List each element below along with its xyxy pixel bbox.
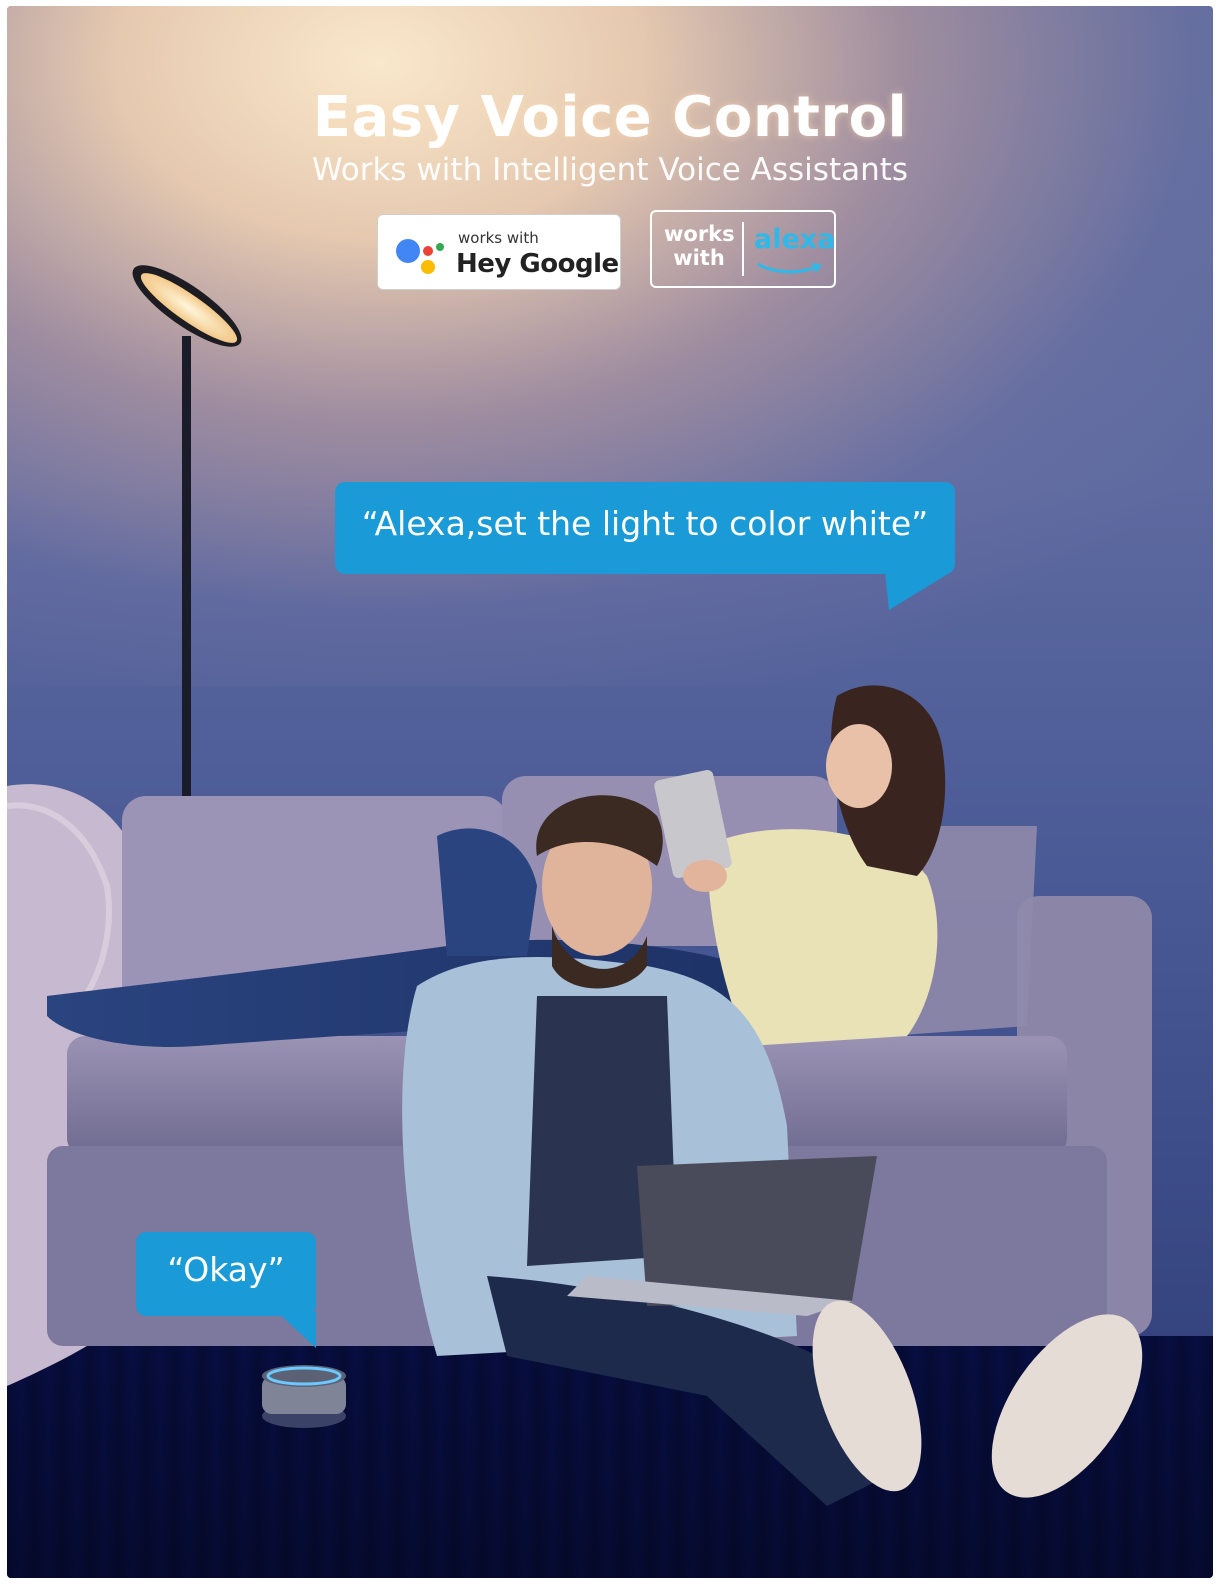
alexa-badge-with: with xyxy=(673,246,725,270)
badge-divider xyxy=(742,222,744,276)
floor-lamp xyxy=(132,265,242,796)
smart-speaker xyxy=(262,1365,346,1428)
amazon-smile-icon xyxy=(757,262,823,274)
works-with-alexa-badge: works with alexa xyxy=(650,210,836,288)
voice-command-text: “Alexa,set the light to color white” xyxy=(361,504,929,543)
reply-bubble-tail xyxy=(277,1312,316,1348)
voice-command-bubble-tail xyxy=(885,572,951,610)
alexa-logo-text: alexa xyxy=(754,224,836,255)
page-subtitle: Works with Intelligent Voice Assistants xyxy=(311,152,909,188)
works-with-google-badge: works with Hey Google xyxy=(377,214,621,290)
alexa-badge-works-with: works with xyxy=(664,222,735,270)
page-title: Easy Voice Control xyxy=(312,85,908,150)
google-assistant-icon xyxy=(396,239,444,274)
headline: Easy Voice Control Works with Intelligen… xyxy=(7,86,1213,190)
google-badge-small-text: works with xyxy=(458,229,539,247)
reply-text: “Okay” xyxy=(167,1250,285,1289)
google-badge-brand-text: Hey Google xyxy=(456,249,619,279)
product-photo: Easy Voice Control Works with Intelligen… xyxy=(7,6,1213,1578)
alexa-badge-works: works xyxy=(664,222,735,246)
voice-command-bubble: “Alexa,set the light to color white” xyxy=(335,482,955,574)
reply-bubble: “Okay” xyxy=(136,1232,316,1316)
